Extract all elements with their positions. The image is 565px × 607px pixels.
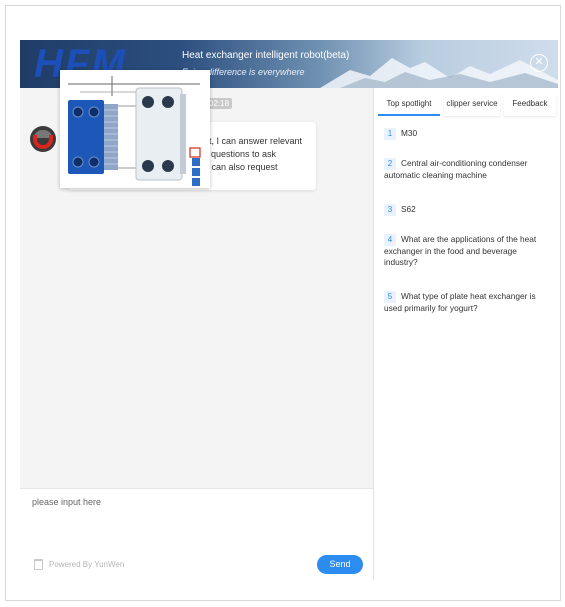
question-item[interactable]: 5 What type of plate heat exchanger is us…: [384, 291, 550, 314]
heat-exchanger-illustration: [68, 76, 201, 186]
question-item[interactable]: 3 S62: [384, 204, 416, 216]
message-line: ot, I can answer relevant: [204, 136, 303, 146]
question-text: What are the applications of the heat ex…: [384, 234, 537, 267]
question-number: 3: [384, 204, 396, 216]
tab-feedback[interactable]: Feedback: [504, 94, 556, 116]
question-number: 1: [384, 128, 396, 140]
message-line: y questions to ask: [204, 149, 277, 159]
close-button[interactable]: ✕: [530, 54, 548, 72]
heat-exchanger-image: [60, 70, 210, 188]
question-item[interactable]: 2 Central air-conditioning condenser auto…: [384, 158, 550, 181]
question-number: 4: [384, 234, 396, 246]
question-item[interactable]: 1 M30: [384, 128, 417, 140]
side-tabs: Top spotlight clipper service Feedback: [374, 94, 558, 116]
tab-clipper-service[interactable]: clipper service: [444, 94, 500, 116]
question-text: S62: [401, 204, 416, 214]
message-line: u can also request: [204, 162, 278, 172]
question-text: What type of plate heat exchanger is use…: [384, 291, 536, 313]
robot-avatar: [30, 126, 56, 152]
question-item[interactable]: 4 What are the applications of the heat e…: [384, 234, 550, 268]
powered-by-label: Powered By YunWen: [49, 560, 125, 569]
close-icon: ✕: [534, 56, 544, 68]
question-number: 5: [384, 291, 396, 303]
chat-window: HFM Heat exchanger intelligent robot(bet…: [20, 40, 558, 580]
message-input[interactable]: please input here: [32, 497, 101, 507]
powered-by: Powered By YunWen: [34, 559, 124, 570]
message-input-area[interactable]: please input here Powered By YunWen Send: [20, 488, 374, 580]
question-text: M30: [401, 128, 418, 138]
tab-top-spotlight[interactable]: Top spotlight: [378, 94, 440, 116]
trash-icon[interactable]: [34, 559, 43, 570]
header-title: Heat exchanger intelligent robot(beta): [182, 50, 350, 61]
send-button[interactable]: Send: [317, 555, 363, 574]
question-number: 2: [384, 158, 396, 170]
side-panel: Top spotlight clipper service Feedback 1…: [374, 88, 558, 580]
question-text: Central air-conditioning condenser autom…: [384, 158, 528, 180]
